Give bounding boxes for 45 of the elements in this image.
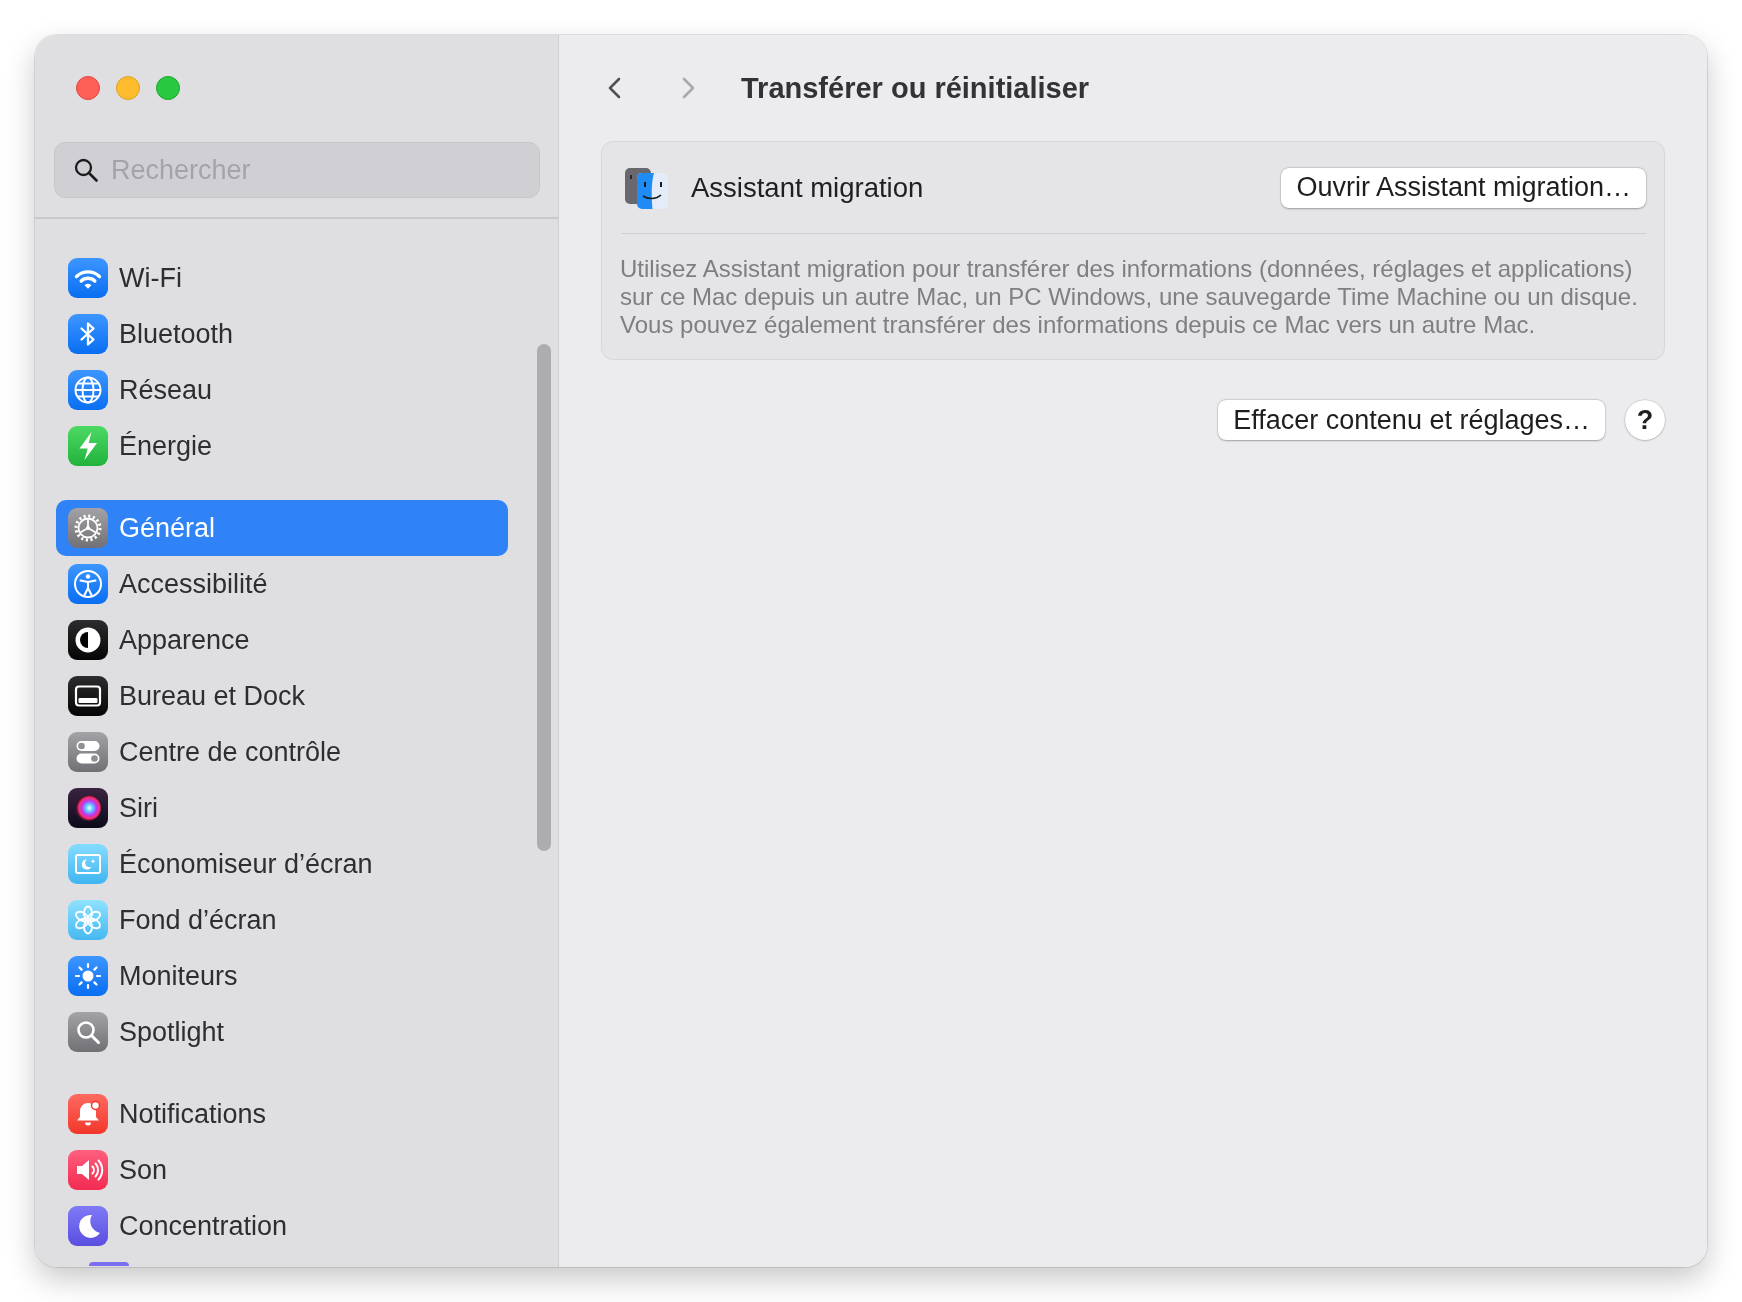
dock-window-icon [68, 676, 108, 716]
sidebar-item[interactable]: Siri [56, 780, 508, 836]
bluetooth-icon [68, 314, 108, 354]
screen-moon-icon [68, 844, 108, 884]
migration-title: Assistant migration [691, 171, 924, 204]
bell-icon [68, 1094, 108, 1134]
sidebar-item[interactable]: Général [56, 500, 508, 556]
open-migration-button[interactable]: Ouvrir Assistant migration… [1281, 167, 1646, 208]
sidebar-item[interactable]: Réseau [56, 362, 508, 418]
globe-icon [68, 370, 108, 410]
sidebar-item[interactable]: Économiseur d’écran [56, 836, 508, 892]
close-button[interactable] [76, 76, 100, 100]
sun-icon [68, 956, 108, 996]
sidebar-item[interactable]: Son [56, 1142, 508, 1198]
search-icon [68, 1012, 108, 1052]
sidebar-item[interactable]: Wi-Fi [56, 250, 508, 306]
sidebar-item[interactable]: Centre de contrôle [56, 724, 508, 780]
sidebar-item[interactable]: Bluetooth [56, 306, 508, 362]
sidebar-item[interactable]: Accessibilité [56, 556, 508, 612]
sidebar-item[interactable]: Moniteurs [56, 948, 508, 1004]
migration-description: Utilisez Assistant migration pour transférer des informations (données, réglages et applications) sur ce Mac depuis un autre Mac, un PC Windows, une sauvegarde Time Machine ou un disque. Vous pouvez également transférer des informations depuis ce Mac vers un autre Mac. [619, 254, 1639, 340]
sidebar-item[interactable]: Énergie [56, 418, 508, 474]
sidebar-item[interactable]: Fond d’écran [56, 892, 508, 948]
moon-icon [68, 1206, 108, 1246]
flower-icon [68, 900, 108, 940]
sidebar-item[interactable]: Bureau et Dock [56, 668, 508, 724]
orb-icon [68, 788, 108, 828]
sidebar-item[interactable]: Spotlight [56, 1004, 508, 1060]
search-icon [74, 158, 98, 182]
sidebar-item[interactable]: Apparence [56, 612, 508, 668]
help-button[interactable]: ? [1625, 400, 1665, 440]
accessibility-icon [68, 564, 108, 604]
sidebar-item[interactable]: Notifications [56, 1086, 508, 1142]
minimize-button[interactable] [116, 76, 140, 100]
cropped-app-icon [89, 1262, 129, 1266]
gear-icon [68, 508, 108, 548]
sidebar-item[interactable]: Concentration [56, 1198, 508, 1254]
erase-button[interactable]: Effacer contenu et réglages… [1218, 400, 1605, 440]
scrollbar-thumb[interactable] [537, 344, 551, 851]
pane-title: Transférer ou réinitialiser [741, 71, 1090, 105]
wifi-icon [68, 258, 108, 298]
speaker-icon [68, 1150, 108, 1190]
maximize-button[interactable] [156, 76, 180, 100]
toggles-icon [68, 732, 108, 772]
lightning-icon [68, 426, 108, 466]
